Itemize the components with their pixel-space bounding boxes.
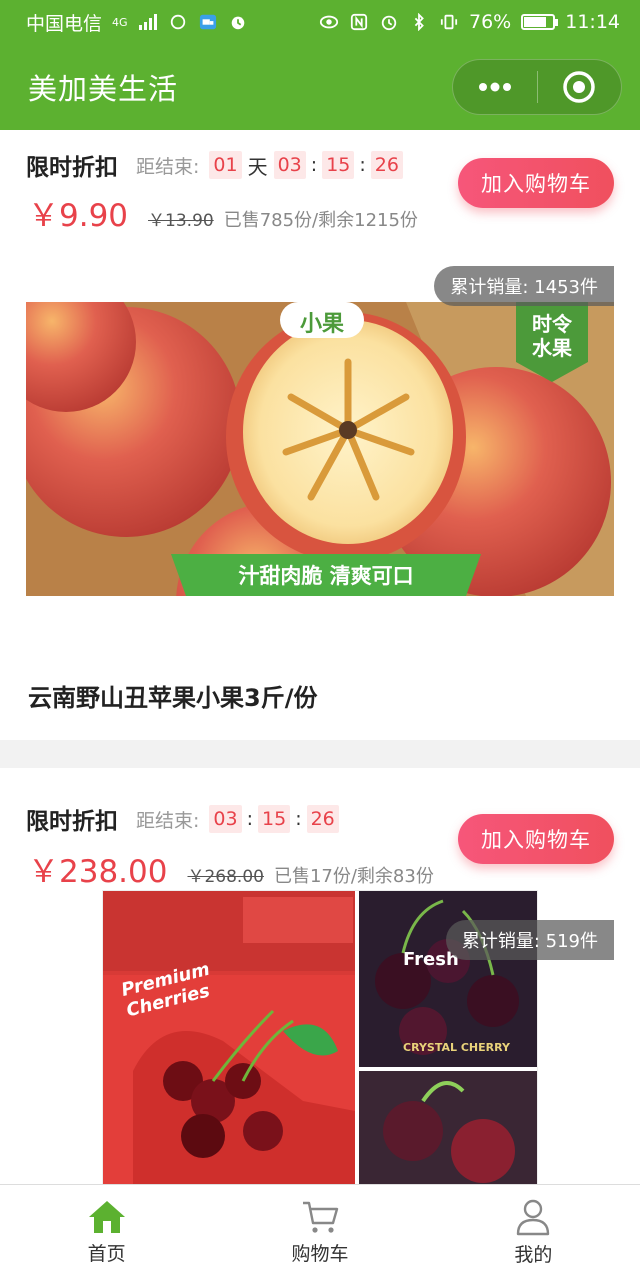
truck-app-icon xyxy=(199,14,216,30)
countdown-days: 01 xyxy=(209,151,242,179)
crystal-cherry-text: CRYSTAL CHERRY xyxy=(403,1041,510,1054)
tab-home[interactable]: 首页 xyxy=(0,1185,213,1280)
more-dots-icon xyxy=(478,82,511,92)
sold-info: 已售785份/剩余1215份 xyxy=(223,210,418,231)
bluetooth-icon xyxy=(414,13,424,31)
tab-cart[interactable]: 购物车 xyxy=(213,1185,426,1280)
seasonal-badge-line: 水果 xyxy=(532,336,572,360)
discount-title: 限时折扣 xyxy=(26,155,118,181)
user-icon xyxy=(517,1199,550,1236)
current-price: ￥238.00 xyxy=(28,854,168,890)
current-price: ￥9.90 xyxy=(28,198,129,234)
close-miniprogram-button[interactable] xyxy=(538,60,622,114)
status-bar-right: 76% 11:14 xyxy=(319,11,620,33)
tab-bar: 首页 购物车 我的 xyxy=(0,1184,640,1280)
countdown-minutes: 15 xyxy=(322,151,355,179)
tab-label: 购物车 xyxy=(291,1243,349,1265)
add-to-cart-button[interactable]: 加入购物车 xyxy=(458,158,614,208)
target-circle-icon xyxy=(563,71,595,103)
alarm-app-icon xyxy=(231,16,244,30)
more-button[interactable] xyxy=(453,60,537,114)
seasonal-fruit-badge: 时令 水果 xyxy=(516,312,588,360)
seasonal-badge-line: 时令 xyxy=(532,312,572,336)
product-list[interactable]: 限时折扣 距结束: 01 天 03 : 15 : 26 ￥9.90 ￥13.90… xyxy=(0,130,640,1184)
tab-label: 首页 xyxy=(87,1243,126,1265)
countdown-separator: : xyxy=(295,808,302,830)
page-title: 美加美生活 xyxy=(28,72,179,106)
countdown-label: 距结束: xyxy=(136,809,200,832)
product-image-apple[interactable]: 小果 时令 水果 汁甜肉脆 清爽可口 xyxy=(26,302,614,596)
product-card[interactable]: 限时折扣 距结束: 03 : 15 : 26 ￥238.00 ￥268.00 已… xyxy=(0,768,640,1184)
network-badge: 4G xyxy=(112,15,128,29)
product-card[interactable]: 限时折扣 距结束: 01 天 03 : 15 : 26 ￥9.90 ￥13.90… xyxy=(0,130,640,740)
countdown-day-unit: 天 xyxy=(247,154,268,179)
price-row: ￥238.00 ￥268.00 已售17份/剩余83份 xyxy=(28,846,434,891)
status-bar: 中国电信 4G 76% 11:14 xyxy=(0,0,640,44)
tab-profile[interactable]: 我的 xyxy=(427,1185,640,1280)
nav-bar: 美加美生活 xyxy=(0,44,640,130)
countdown-separator: : xyxy=(310,154,318,176)
sold-info: 已售17份/剩余83份 xyxy=(273,866,434,887)
add-to-cart-button[interactable]: 加入购物车 xyxy=(458,814,614,864)
battery-percent: 76% xyxy=(469,11,512,33)
battery-level xyxy=(524,17,546,27)
discount-row: 限时折扣 距结束: 01 天 03 : 15 : 26 xyxy=(26,148,406,182)
countdown-minutes: 15 xyxy=(258,805,291,833)
tab-label: 我的 xyxy=(514,1244,553,1266)
alarm-icon xyxy=(381,15,397,31)
status-bar-left: 中国电信 4G xyxy=(26,9,248,36)
signal-icon xyxy=(138,14,157,30)
battery-icon xyxy=(521,14,559,30)
cart-icon xyxy=(302,1201,339,1233)
countdown-label: 距结束: xyxy=(136,155,200,178)
eye-icon xyxy=(319,15,339,29)
home-icon xyxy=(88,1201,125,1233)
countdown-separator: : xyxy=(246,808,253,830)
countdown-hours: 03 xyxy=(273,151,306,179)
discount-row: 限时折扣 距结束: 03 : 15 : 26 xyxy=(26,802,342,836)
miniprogram-capsule xyxy=(452,59,622,115)
discount-title: 限时折扣 xyxy=(26,809,118,835)
countdown-seconds: 26 xyxy=(370,151,403,179)
carrier-name: 中国电信 xyxy=(26,12,103,35)
product-name[interactable]: 云南野山丑苹果小果3斤/份 xyxy=(28,678,317,713)
original-price: ￥13.90 xyxy=(148,211,214,231)
sync-icon xyxy=(170,14,185,30)
card-divider xyxy=(0,740,640,768)
small-fruit-badge: 小果 xyxy=(299,312,344,337)
vibrate-icon xyxy=(440,14,458,30)
sales-total-tag: 累计销量: 1453件 xyxy=(434,266,614,306)
sales-total-tag: 累计销量: 519件 xyxy=(445,920,614,960)
countdown-hours: 03 xyxy=(209,805,242,833)
countdown-seconds: 26 xyxy=(306,805,339,833)
price-row: ￥9.90 ￥13.90 已售785份/剩余1215份 xyxy=(28,190,418,235)
image-banner-text: 汁甜肉脆 清爽可口 xyxy=(238,564,414,588)
nfc-icon xyxy=(350,13,368,31)
clock-time: 11:14 xyxy=(565,11,620,33)
countdown-separator: : xyxy=(359,154,366,176)
original-price: ￥268.00 xyxy=(187,867,264,887)
